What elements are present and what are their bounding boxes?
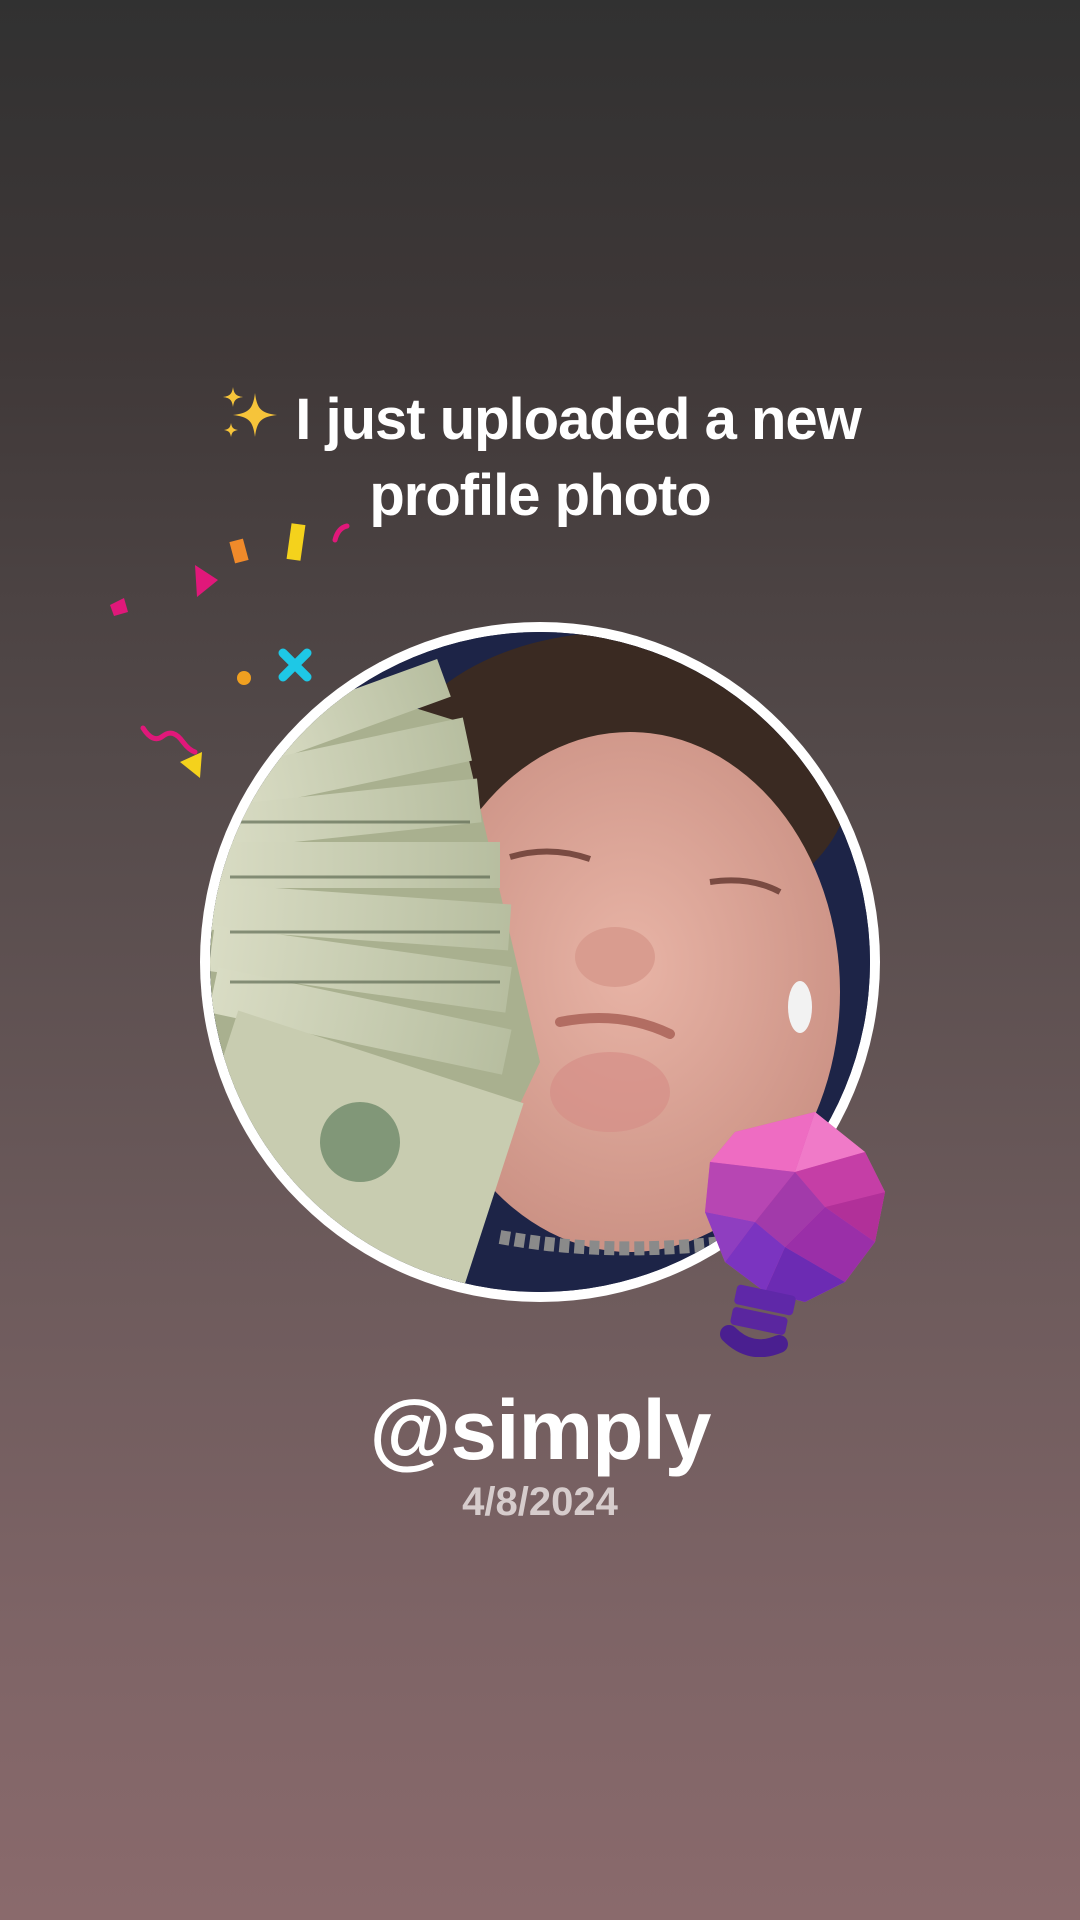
lightbulb-icon — [705, 1112, 885, 1357]
sparkles-icon — [223, 387, 278, 437]
username[interactable]: @simply — [0, 1380, 1080, 1480]
post-headline: I just uploaded a new profile photo — [140, 382, 940, 534]
post-date: 4/8/2024 — [462, 1480, 618, 1524]
profile-photo-post: I just uploaded a new profile photo @sim… — [0, 0, 1080, 1920]
headline-text: I just uploaded a new profile photo — [295, 387, 862, 528]
